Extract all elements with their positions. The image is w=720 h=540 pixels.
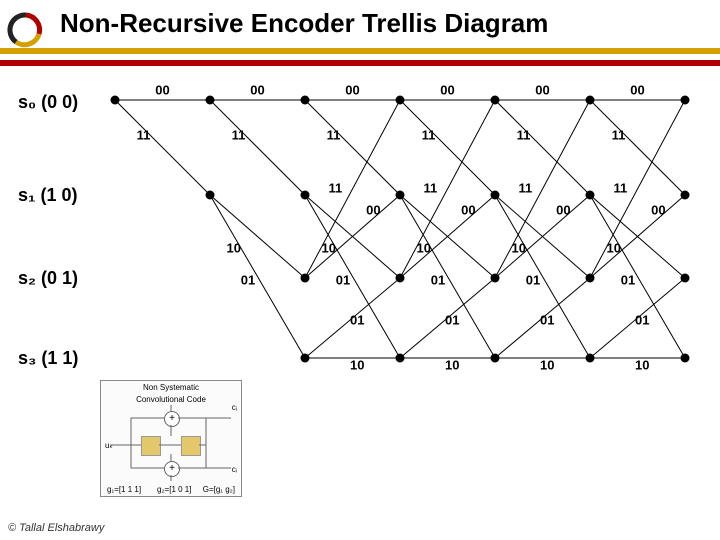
edge-output-label: 10 — [635, 358, 649, 373]
edge-output-label: 01 — [241, 273, 255, 288]
trellis-node — [586, 191, 595, 200]
trellis-node — [396, 354, 405, 363]
trellis-node — [491, 354, 500, 363]
trellis-node — [301, 354, 310, 363]
trellis-node — [586, 354, 595, 363]
trellis-node — [206, 191, 215, 200]
trellis-node — [301, 274, 310, 283]
edge-output-label: 00 — [440, 83, 454, 98]
trellis-node — [206, 96, 215, 105]
edge-output-label: 10 — [540, 358, 554, 373]
edge-output-label: 01 — [431, 273, 445, 288]
edge-output-label: 11 — [614, 181, 628, 196]
edge-output-label: 01 — [526, 273, 540, 288]
trellis-node — [681, 191, 690, 200]
inset-wires-icon — [101, 381, 241, 496]
trellis-node — [301, 191, 310, 200]
trellis-node — [491, 96, 500, 105]
edge-output-label: 01 — [621, 273, 635, 288]
footer-copyright: © Tallal Elshabrawy — [8, 522, 104, 534]
edge-output-label: 00 — [630, 83, 644, 98]
trellis-node — [396, 274, 405, 283]
trellis-node — [681, 96, 690, 105]
trellis-node — [111, 96, 120, 105]
edge-output-label: 11 — [519, 181, 533, 196]
trellis-node — [491, 191, 500, 200]
edge-output-label: 00 — [651, 203, 665, 218]
edge-output-label: 11 — [232, 128, 246, 143]
edge-output-label: 11 — [424, 181, 438, 196]
trellis-node — [396, 96, 405, 105]
state-label-s3: s₃ (1 1) — [18, 348, 78, 369]
edge-output-label: 10 — [322, 241, 336, 256]
trellis-node — [681, 274, 690, 283]
edge-output-label: 10 — [227, 241, 241, 256]
edge-output-label: 11 — [329, 181, 343, 196]
edge-output-label: 00 — [556, 203, 570, 218]
encoder-inset: Non Systematic Convolutional Code + + cᵢ… — [100, 380, 242, 497]
state-label-s2: s₂ (0 1) — [18, 268, 78, 289]
trellis-node — [681, 354, 690, 363]
edge-output-label: 00 — [250, 83, 264, 98]
logo-icon — [6, 10, 46, 50]
edge-output-label: 10 — [512, 241, 526, 256]
page-title: Non-Recursive Encoder Trellis Diagram — [60, 8, 548, 39]
edge-output-label: 10 — [350, 358, 364, 373]
trellis-node — [396, 191, 405, 200]
state-label-s1: s₁ (1 0) — [18, 185, 77, 206]
edge-output-label: 00 — [345, 83, 359, 98]
edge-output-label: 00 — [535, 83, 549, 98]
edge-output-label: 01 — [445, 313, 459, 328]
trellis-node — [491, 274, 500, 283]
state-label-s0: s₀ (0 0) — [18, 92, 78, 113]
trellis-node — [586, 96, 595, 105]
edge-output-label: 10 — [445, 358, 459, 373]
edge-output-label: 11 — [422, 128, 436, 143]
edge-output-label: 00 — [461, 203, 475, 218]
edge-output-label: 01 — [350, 313, 364, 328]
header-accent-bar — [0, 48, 720, 54]
header: Non-Recursive Encoder Trellis Diagram — [0, 0, 720, 66]
edge-output-label: 10 — [607, 241, 621, 256]
edge-output-label: 11 — [612, 128, 626, 143]
edge-output-label: 11 — [327, 128, 341, 143]
trellis-node — [586, 274, 595, 283]
edge-output-label: 11 — [517, 128, 531, 143]
edge-output-label: 01 — [635, 313, 649, 328]
trellis-node — [301, 96, 310, 105]
edge-output-label: 01 — [540, 313, 554, 328]
edge-output-label: 00 — [155, 83, 169, 98]
edge-output-label: 00 — [366, 203, 380, 218]
edge-output-label: 10 — [417, 241, 431, 256]
edge-output-label: 11 — [137, 128, 151, 143]
edge-output-label: 01 — [336, 273, 350, 288]
